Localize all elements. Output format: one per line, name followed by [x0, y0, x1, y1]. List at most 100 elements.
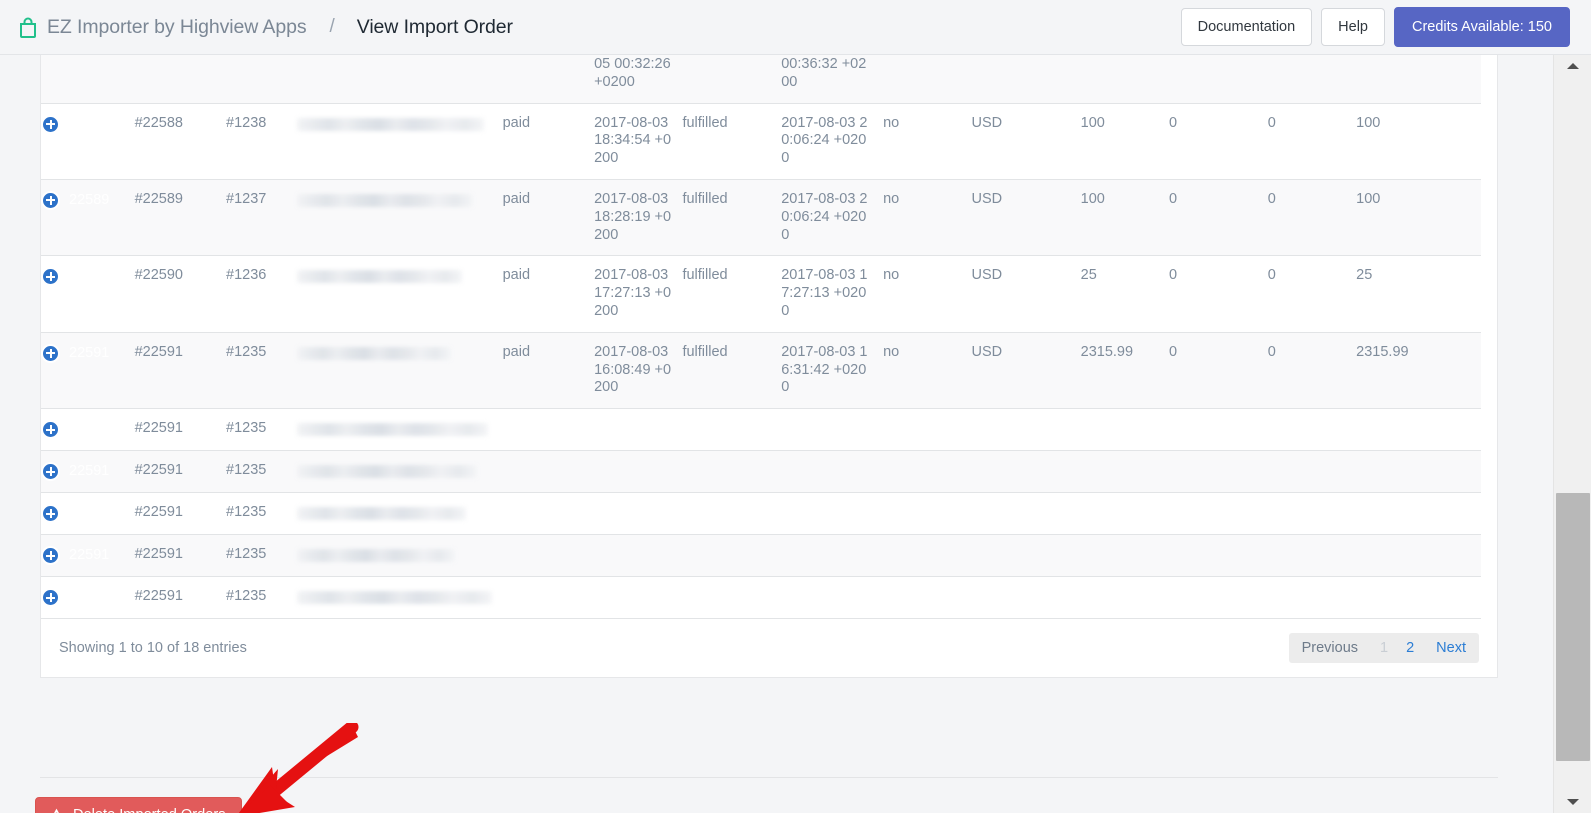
order-number-cell: #1236	[226, 267, 267, 284]
triangle-down-icon	[1567, 799, 1579, 805]
shipping-amount-cell	[1268, 577, 1356, 619]
tax-amount-cell: 0	[1169, 190, 1178, 207]
refunded-flag-cell	[883, 55, 971, 103]
order-number-cell: #1238	[226, 114, 267, 131]
processed-at-value: 2017-08-03 20:06:24 +0200	[781, 190, 868, 243]
order-name-cell	[135, 55, 226, 103]
refunded-flag-cell: no	[883, 190, 900, 207]
pagination-page-2[interactable]: 2	[1397, 633, 1423, 663]
subtotal-amount-cell: 100	[1080, 190, 1105, 207]
tax-amount-cell	[1169, 493, 1268, 535]
table-row[interactable]: 22591 #22591 #1235 paid 2017-08-03 16:08:49 …	[41, 332, 1481, 409]
plus-circle-icon[interactable]	[41, 420, 60, 440]
created-at-cell	[594, 409, 682, 451]
total-amount-cell	[1356, 577, 1481, 619]
table-row[interactable]: 22589 #22589 #1237 paid 2017-08-03 18:28:19 …	[41, 179, 1481, 256]
processed-at-cell	[781, 451, 883, 493]
customer-name-cell	[296, 179, 503, 255]
table-row[interactable]: 22591 #22591 #1235	[41, 492, 1481, 535]
table-row[interactable]: 22590 #22590 #1236 paid 2017-08-03 17:27:13 …	[41, 255, 1481, 333]
customer-name-cell	[296, 451, 503, 493]
plus-circle-icon[interactable]	[41, 588, 60, 608]
shipping-amount-cell	[1268, 535, 1356, 577]
plus-circle-icon[interactable]	[41, 504, 60, 524]
subtotal-amount-cell	[1081, 55, 1169, 103]
plus-circle-icon[interactable]	[41, 267, 60, 287]
scrollbar-down-button[interactable]	[1554, 791, 1591, 813]
refunded-flag-cell	[883, 451, 971, 493]
table-row[interactable]: 22591 #22591 #1235	[41, 450, 1481, 493]
order-number-cell: #1235	[226, 420, 267, 437]
order-number-cell: #1235	[226, 504, 267, 521]
created-at-value: 2017-08-03 16:08:49 +0200	[594, 343, 672, 396]
plus-circle-icon[interactable]	[41, 546, 60, 566]
total-amount-cell	[1356, 493, 1481, 535]
table-row[interactable]: 22591 #22591 #1235	[41, 408, 1481, 451]
order-name-cell: #22591	[134, 462, 183, 479]
tax-amount-cell	[1169, 55, 1268, 103]
total-amount-cell	[1356, 409, 1481, 451]
processed-at-cell: 2017-08-03 20:06:24 +0200	[781, 103, 883, 179]
vertical-scrollbar[interactable]	[1553, 55, 1591, 813]
subtotal-amount-cell	[1081, 493, 1169, 535]
order-id-cell	[41, 55, 135, 103]
documentation-button[interactable]: Documentation	[1180, 7, 1313, 47]
refunded-flag-cell: no	[883, 114, 900, 131]
showing-entries-info: Showing 1 to 10 of 18 entries	[59, 640, 247, 657]
shipping-amount-cell: 0	[1267, 267, 1276, 284]
pagination-page-1[interactable]: 1	[1371, 633, 1397, 663]
customer-name-cell	[296, 409, 503, 451]
total-amount-cell: 25	[1356, 267, 1373, 284]
subtotal-amount-cell	[1081, 535, 1169, 577]
fulfillment-status-cell	[682, 535, 781, 577]
shipping-amount-cell	[1268, 409, 1356, 451]
refunded-flag-cell: no	[883, 267, 900, 284]
orders-table-body: 05 00:32:26 +0200 00:36:32 +0200 22588 #225…	[41, 55, 1481, 619]
table-row[interactable]: 22591 #22591 #1235	[41, 534, 1481, 577]
created-at-cell: 05 00:32:26 +0200	[594, 55, 682, 103]
table-row[interactable]: 22588 #22588 #1238 paid 2017-08-03 18:34:54 …	[41, 103, 1481, 180]
refunded-flag-cell	[883, 493, 971, 535]
currency-cell: USD	[971, 114, 1003, 131]
subtotal-amount-cell	[1081, 577, 1169, 619]
fulfillment-status-cell	[682, 451, 781, 493]
credits-available-button[interactable]: Credits Available: 150	[1394, 6, 1570, 48]
created-at-value: 05 00:32:26 +0200	[594, 56, 671, 90]
table-footer: Showing 1 to 10 of 18 entries Previous 1…	[41, 619, 1497, 677]
currency-cell: USD	[971, 190, 1003, 207]
refunded-flag-cell: no	[883, 343, 900, 360]
brand-title[interactable]: EZ Importer by Highview Apps	[47, 16, 307, 39]
pagination-previous[interactable]: Previous	[1289, 633, 1371, 663]
table-row[interactable]: 05 00:32:26 +0200 00:36:32 +0200	[41, 55, 1481, 104]
order-number-cell	[226, 55, 297, 103]
created-at-cell	[594, 577, 682, 619]
created-at-value: 2017-08-03 17:27:13 +0200	[594, 267, 672, 319]
order-id-cell: 22588	[41, 103, 135, 179]
customer-name-cell	[296, 332, 503, 408]
breadcrumb: EZ Importer by Highview Apps / View Impo…	[18, 16, 513, 39]
redacted-customer-name	[296, 270, 462, 284]
subtotal-amount-cell: 25	[1080, 267, 1097, 284]
plus-circle-icon[interactable]	[41, 462, 60, 482]
delete-imported-orders-button[interactable]: Delete Imported Orders	[35, 797, 242, 813]
scrollbar-thumb[interactable]	[1556, 493, 1590, 761]
order-id-label: 22591	[69, 589, 110, 606]
order-name-cell: #22591	[134, 343, 183, 360]
pagination-next[interactable]: Next	[1423, 633, 1479, 663]
created-at-value: 2017-08-03 18:28:19 +0200	[594, 190, 672, 243]
table-row[interactable]: 22591 #22591 #1235	[41, 576, 1481, 619]
fulfillment-status-cell	[682, 409, 781, 451]
plus-circle-icon[interactable]	[41, 114, 60, 134]
order-id-cell: 22591	[41, 577, 135, 619]
order-number-cell: #1235	[226, 462, 267, 479]
scrollbar-up-button[interactable]	[1554, 55, 1591, 77]
refunded-flag-cell	[883, 535, 971, 577]
currency-cell	[971, 451, 1080, 493]
processed-at-value: 2017-08-03 20:06:24 +0200	[781, 114, 868, 167]
help-button[interactable]: Help	[1321, 7, 1385, 47]
plus-circle-icon[interactable]	[41, 190, 60, 210]
tax-amount-cell: 0	[1169, 114, 1178, 131]
order-name-cell: #22591	[134, 504, 183, 521]
shopping-bag-icon	[18, 16, 38, 38]
plus-circle-icon[interactable]	[41, 343, 60, 363]
